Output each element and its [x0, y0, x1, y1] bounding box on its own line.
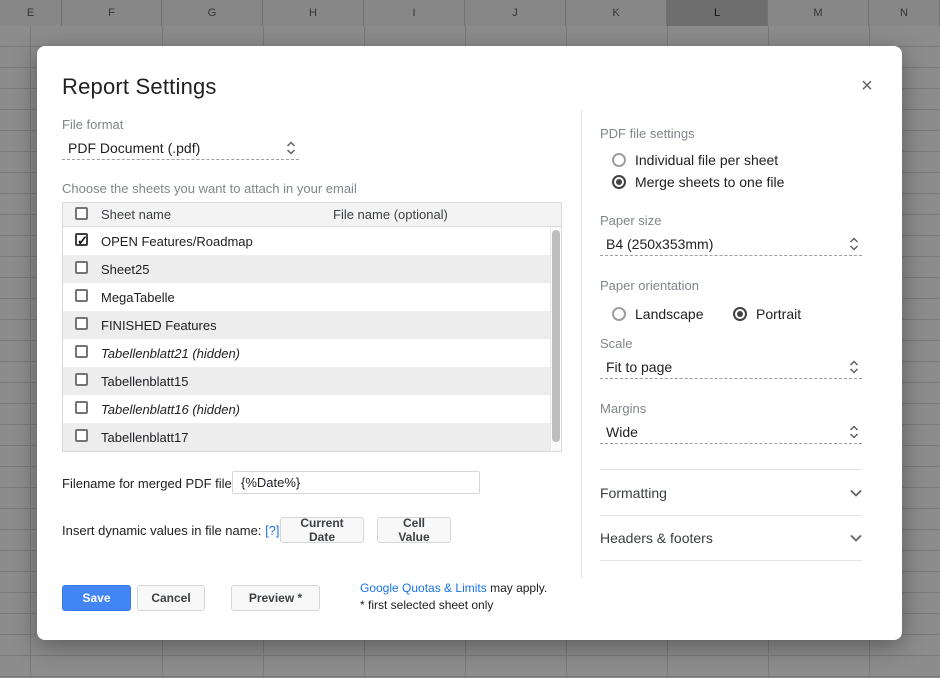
unfold-more-icon — [285, 141, 297, 155]
dynamic-values-row: Insert dynamic values in file name: [?] … — [62, 517, 562, 543]
file-format-select[interactable]: PDF Document (.pdf) — [62, 136, 299, 160]
radio-landscape[interactable]: Landscape — [612, 306, 704, 322]
save-button[interactable]: Save — [62, 585, 131, 611]
sheet-checkbox[interactable] — [75, 373, 88, 386]
filename-row: Filename for merged PDF file: — [62, 471, 562, 495]
headers-footers-label: Headers & footers — [600, 530, 713, 546]
sheet-name: FINISHED Features — [101, 318, 217, 333]
margins-select[interactable]: Wide — [600, 420, 862, 444]
current-date-button[interactable]: Current Date — [280, 517, 364, 543]
cancel-button[interactable]: Cancel — [137, 585, 205, 611]
unfold-more-icon — [848, 360, 860, 374]
unfold-more-icon — [848, 237, 860, 251]
preview-footnote: * first selected sheet only — [360, 597, 547, 614]
margins-value: Wide — [606, 424, 638, 440]
sheet-row[interactable]: Sheet25 — [63, 255, 561, 283]
section-divider — [600, 560, 862, 561]
sheet-checkbox[interactable] — [75, 345, 88, 358]
table-scrollbar-thumb[interactable] — [552, 230, 560, 442]
sheet-name: Sheet25 — [101, 262, 149, 277]
sheet-checkbox[interactable] — [75, 317, 88, 330]
report-settings-dialog: Report Settings × File format PDF Docume… — [37, 46, 902, 640]
sheet-name: OPEN Features/Roadmap — [101, 234, 253, 249]
sheet-checkbox[interactable]: ✓ — [75, 233, 88, 246]
table-scrollbar-track — [550, 227, 561, 451]
sheet-checkbox[interactable] — [75, 429, 88, 442]
paper-size-select[interactable]: B4 (250x353mm) — [600, 232, 862, 256]
help-link[interactable]: [?] — [265, 523, 279, 538]
sheet-row[interactable]: Tabellenblatt15 — [63, 367, 561, 395]
sheet-name-column-header: Sheet name — [101, 207, 171, 222]
sheet-table-body: ✓ OPEN Features/Roadmap Sheet25 MegaTabelle… — [63, 227, 561, 451]
merge-sheets-label: Merge sheets to one file — [635, 174, 784, 190]
dynamic-values-text: Insert dynamic values in file name: — [62, 523, 261, 538]
select-all-checkbox[interactable] — [75, 207, 88, 220]
file-name-column-header: File name (optional) — [333, 207, 448, 222]
sheet-row[interactable]: ✓ OPEN Features/Roadmap — [63, 227, 561, 255]
portrait-label: Portrait — [756, 306, 801, 322]
pane-divider — [581, 110, 582, 578]
sheets-table-header: Sheet name File name (optional) — [63, 203, 561, 227]
pdf-settings-label: PDF file settings — [600, 126, 695, 141]
scale-label: Scale — [600, 336, 633, 351]
landscape-label: Landscape — [635, 306, 704, 322]
paper-size-label: Paper size — [600, 213, 661, 228]
merge-sheets-radio[interactable] — [612, 175, 626, 189]
preview-button[interactable]: Preview * — [231, 585, 320, 611]
close-icon[interactable]: × — [855, 74, 879, 98]
sheet-name: Tabellenblatt16 (hidden) — [101, 402, 240, 417]
sheets-table: Sheet name File name (optional) ✓ OPEN Fe… — [62, 202, 562, 452]
radio-portrait[interactable]: Portrait — [733, 306, 801, 322]
sheet-name: Tabellenblatt17 — [101, 430, 188, 445]
filename-input[interactable] — [232, 471, 480, 494]
dialog-title: Report Settings — [62, 74, 217, 100]
formatting-label: Formatting — [600, 485, 667, 501]
formatting-section[interactable]: Formatting — [600, 483, 862, 503]
unfold-more-icon — [848, 425, 860, 439]
paper-orientation-label: Paper orientation — [600, 278, 699, 293]
radio-individual-file[interactable]: Individual file per sheet — [612, 152, 778, 168]
sheet-row[interactable]: Tabellenblatt16 (hidden) — [63, 395, 561, 423]
sheet-name: MegaTabelle — [101, 290, 175, 305]
sheet-checkbox[interactable] — [75, 289, 88, 302]
sheet-name: Tabellenblatt15 — [101, 374, 188, 389]
section-divider — [600, 469, 862, 470]
paper-size-value: B4 (250x353mm) — [606, 236, 713, 252]
portrait-radio[interactable] — [733, 307, 747, 321]
landscape-radio[interactable] — [612, 307, 626, 321]
individual-file-label: Individual file per sheet — [635, 152, 778, 168]
margins-label: Margins — [600, 401, 646, 416]
sheet-name: Tabellenblatt21 (hidden) — [101, 346, 240, 361]
radio-merge-sheets[interactable]: Merge sheets to one file — [612, 174, 784, 190]
cell-value-button[interactable]: Cell Value — [377, 517, 451, 543]
section-divider — [600, 515, 862, 516]
sheet-row[interactable]: Tabellenblatt21 (hidden) — [63, 339, 561, 367]
sheet-row[interactable]: Tabellenblatt17 — [63, 423, 561, 451]
filename-label: Filename for merged PDF file: — [62, 476, 235, 491]
choose-sheets-label: Choose the sheets you want to attach in … — [62, 181, 357, 196]
headers-footers-section[interactable]: Headers & footers — [600, 528, 862, 548]
sheet-checkbox[interactable] — [75, 261, 88, 274]
file-format-value: PDF Document (.pdf) — [68, 140, 200, 156]
scale-value: Fit to page — [606, 359, 672, 375]
sheet-row[interactable]: FINISHED Features — [63, 311, 561, 339]
individual-file-radio[interactable] — [612, 153, 626, 167]
chevron-down-icon — [850, 529, 862, 547]
quota-note: Google Quotas & Limits may apply. * firs… — [360, 580, 547, 614]
sheet-row[interactable]: MegaTabelle — [63, 283, 561, 311]
quota-suffix: may apply. — [487, 581, 547, 595]
scale-select[interactable]: Fit to page — [600, 355, 862, 379]
file-format-label: File format — [62, 117, 123, 132]
dynamic-values-label: Insert dynamic values in file name: [?] — [62, 523, 280, 538]
sheet-checkbox[interactable] — [75, 401, 88, 414]
quota-link[interactable]: Google Quotas & Limits — [360, 581, 487, 595]
chevron-down-icon — [850, 484, 862, 502]
